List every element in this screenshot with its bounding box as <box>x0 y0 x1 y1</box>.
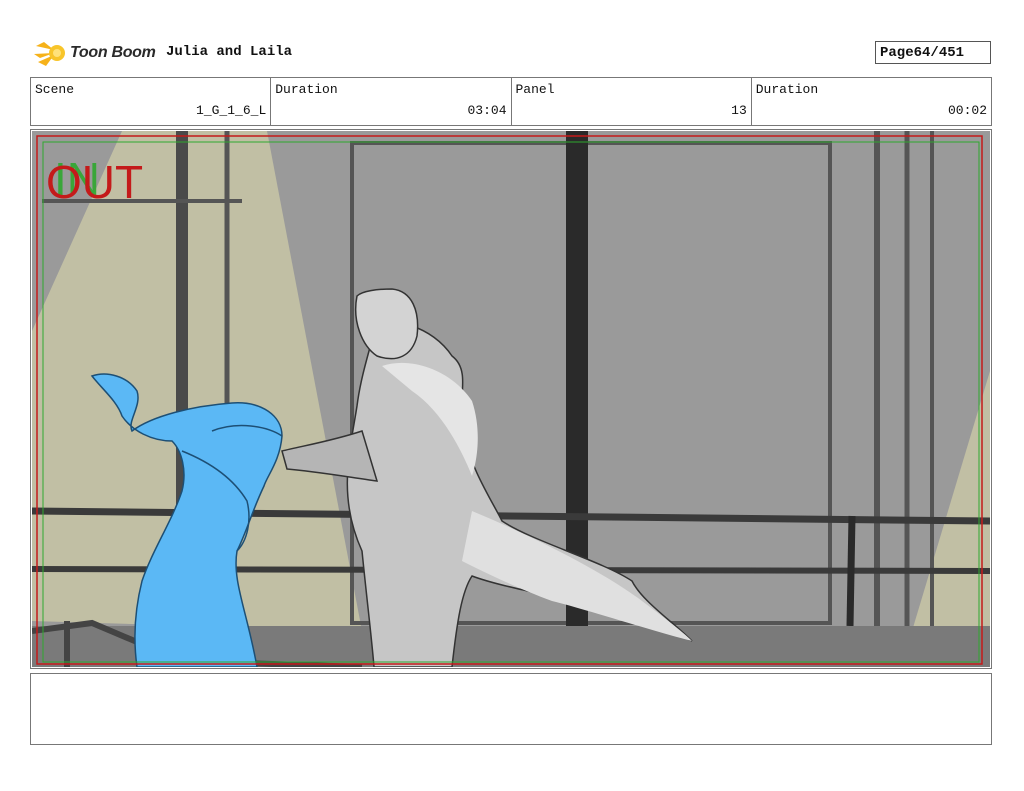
notes-area <box>30 673 992 745</box>
panel-duration-label: Duration <box>755 82 819 97</box>
scene-duration-label: Duration <box>275 82 338 97</box>
toon-boom-logo: Toon Boom <box>34 38 156 68</box>
project-title: Julia and Laila <box>166 44 293 60</box>
panel-duration-value: 00:02 <box>947 103 987 118</box>
page-label: Page <box>880 44 914 61</box>
panel-label: Panel <box>515 82 555 97</box>
logo-text: Toon Boom <box>70 44 156 61</box>
out-marker: OUT <box>46 156 143 208</box>
scene-label: Scene <box>35 82 75 97</box>
toon-boom-star-icon <box>34 42 65 66</box>
panel-duration-cell: Duration 00:02 <box>752 78 991 125</box>
panel-cell: Panel 13 <box>512 78 752 125</box>
scene-cell: Scene 1_G_1_6_L <box>31 78 272 125</box>
panel-value: 13 <box>731 103 747 118</box>
storyboard-panel-image: IN OUT <box>32 131 990 667</box>
scene-value: 1_G_1_6_L <box>196 103 267 118</box>
panel-info-row: Scene 1_G_1_6_L Duration 03:04 Panel 13 … <box>30 77 992 126</box>
scene-duration-value: 03:04 <box>467 103 507 118</box>
scene-duration-cell: Duration 03:04 <box>271 78 512 125</box>
page-indicator: Page 64/451 <box>875 41 991 64</box>
page-value: 64/451 <box>913 44 965 61</box>
